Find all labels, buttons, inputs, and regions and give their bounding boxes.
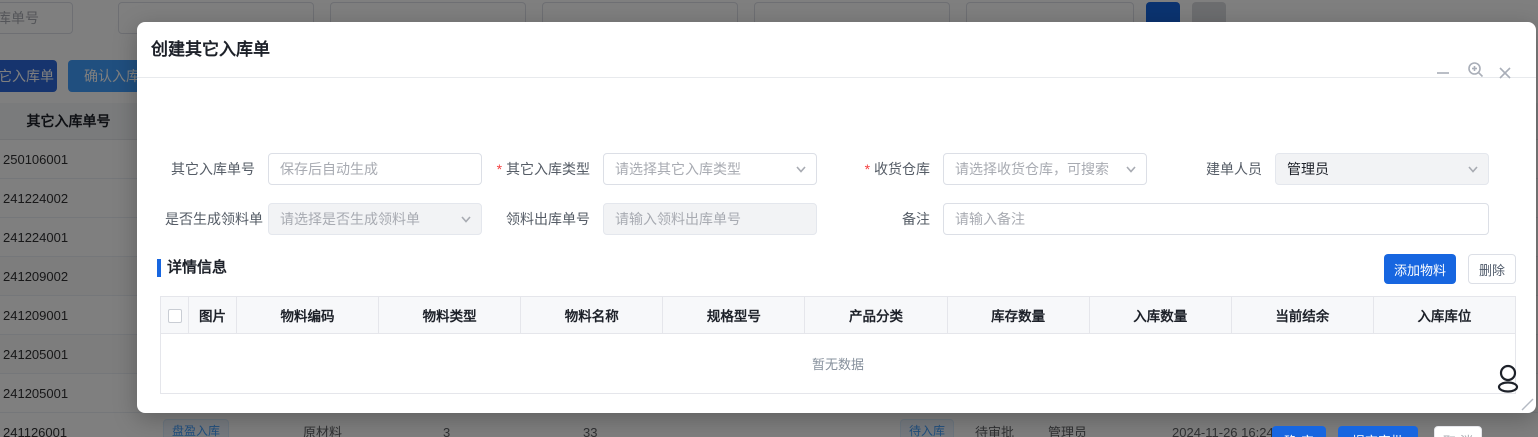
column-header: 入库库位 <box>1372 296 1517 334</box>
select-all-cell <box>160 296 189 334</box>
chevron-down-icon <box>794 162 808 176</box>
modal-title: 创建其它入库单 <box>151 40 270 59</box>
screen: 创建其它入库单 确认入库 其它入库单号 250106001 241224002 … <box>0 0 1538 437</box>
gen-picking-select[interactable]: 请选择是否生成领料单 <box>268 203 482 235</box>
detail-table-header-row: 图片 物料编码 物料类型 物料名称 规格型号 产品分类 库存数量 入库数量 当前… <box>160 296 1517 334</box>
submit-approval-button[interactable]: 提交审批 <box>1338 426 1418 437</box>
column-header: 规格型号 <box>662 296 806 334</box>
section-accent-bar <box>157 259 161 277</box>
chevron-down-icon <box>459 212 473 226</box>
confirm-button[interactable]: 确定 <box>1272 426 1326 437</box>
gen-picking-placeholder: 请选择是否生成领料单 <box>280 211 420 227</box>
delete-row-button[interactable]: 删除 <box>1468 254 1516 284</box>
order-no-label: 其它入库单号 <box>171 161 255 177</box>
minimize-icon[interactable] <box>1434 64 1452 82</box>
order-no-field[interactable] <box>269 154 481 184</box>
picking-no-label: 领料出库单号 <box>506 211 590 227</box>
close-icon[interactable] <box>1496 64 1514 82</box>
chevron-down-icon <box>1124 162 1138 176</box>
inbound-type-label: 其它入库类型 <box>472 153 590 185</box>
column-header: 当前结余 <box>1230 296 1374 334</box>
remark-input[interactable] <box>943 203 1489 235</box>
picking-no-input[interactable] <box>603 203 817 235</box>
creator-select[interactable]: 管理员 <box>1275 153 1489 185</box>
column-header: 物料名称 <box>520 296 664 334</box>
cancel-button[interactable]: 取消 <box>1434 426 1482 437</box>
column-header: 产品分类 <box>804 296 948 334</box>
remark-field[interactable] <box>944 204 1488 234</box>
remark-label: 备注 <box>902 211 930 227</box>
empty-state: 暂无数据 <box>160 333 1516 394</box>
select-all-checkbox[interactable] <box>167 308 182 323</box>
resize-handle[interactable] <box>1520 397 1534 411</box>
zoom-in-icon[interactable] <box>1466 60 1484 78</box>
detail-section-title: 详情信息 <box>167 259 228 276</box>
inbound-type-placeholder: 请选择其它入库类型 <box>615 161 741 177</box>
column-header: 入库数量 <box>1088 296 1232 334</box>
order-no-input[interactable] <box>268 153 482 185</box>
chevron-down-icon <box>1466 162 1480 176</box>
warehouse-placeholder: 请选择收货仓库，可搜索 <box>955 161 1109 177</box>
creator-value: 管理员 <box>1287 161 1329 177</box>
warehouse-label: 收货仓库 <box>812 153 930 185</box>
detail-table: 图片 物料编码 物料类型 物料名称 规格型号 产品分类 库存数量 入库数量 当前… <box>160 296 1517 334</box>
add-material-button[interactable]: 添加物料 <box>1384 254 1456 284</box>
column-header: 图片 <box>188 296 237 334</box>
modal-header: 创建其它入库单 <box>137 22 1536 79</box>
creator-label: 建单人员 <box>1206 161 1262 177</box>
floating-user-icon[interactable] <box>1492 362 1524 396</box>
column-header: 物料编码 <box>235 296 380 334</box>
warehouse-select[interactable]: 请选择收货仓库，可搜索 <box>943 153 1147 185</box>
column-header: 库存数量 <box>946 296 1090 334</box>
picking-no-field[interactable] <box>604 204 816 234</box>
column-header: 物料类型 <box>378 296 522 334</box>
inbound-type-select[interactable]: 请选择其它入库类型 <box>603 153 817 185</box>
create-inbound-order-modal: 创建其它入库单 其它入库单号 其它入库类型 <box>137 22 1536 437</box>
gen-picking-label: 是否生成领料单 <box>165 211 263 227</box>
